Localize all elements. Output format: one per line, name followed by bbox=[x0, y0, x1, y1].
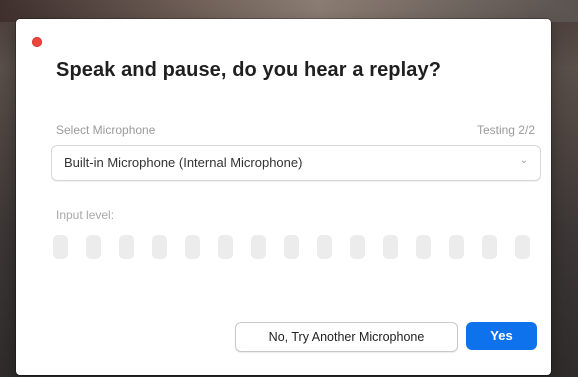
input-level-segment bbox=[416, 235, 431, 259]
input-level-segment bbox=[449, 235, 464, 259]
input-level-segment bbox=[383, 235, 398, 259]
microphone-select[interactable]: Built-in Microphone (Internal Microphone… bbox=[51, 145, 541, 181]
input-level-segment bbox=[317, 235, 332, 259]
yes-button[interactable]: Yes bbox=[466, 322, 537, 350]
input-level-segment bbox=[86, 235, 101, 259]
microphone-select-value: Built-in Microphone (Internal Microphone… bbox=[64, 155, 303, 170]
chevron-down-icon: ⌄ bbox=[519, 155, 528, 166]
input-level-segment bbox=[119, 235, 134, 259]
input-level-segment bbox=[350, 235, 365, 259]
input-level-segment bbox=[515, 235, 530, 259]
input-level-meter bbox=[53, 235, 533, 261]
close-icon[interactable] bbox=[32, 37, 42, 47]
input-level-segment bbox=[185, 235, 200, 259]
try-another-microphone-button[interactable]: No, Try Another Microphone bbox=[235, 322, 458, 352]
input-level-label: Input level: bbox=[56, 208, 115, 222]
input-level-segment bbox=[251, 235, 266, 259]
test-microphone-dialog: Speak and pause, do you hear a replay? S… bbox=[16, 19, 551, 375]
input-level-segment bbox=[284, 235, 299, 259]
input-level-segment bbox=[152, 235, 167, 259]
input-level-segment bbox=[482, 235, 497, 259]
select-microphone-label: Select Microphone bbox=[56, 123, 156, 137]
input-level-segment bbox=[218, 235, 233, 259]
input-level-segment bbox=[53, 235, 68, 259]
dialog-title: Speak and pause, do you hear a replay? bbox=[56, 59, 442, 81]
testing-status: Testing 2/2 bbox=[476, 123, 535, 137]
